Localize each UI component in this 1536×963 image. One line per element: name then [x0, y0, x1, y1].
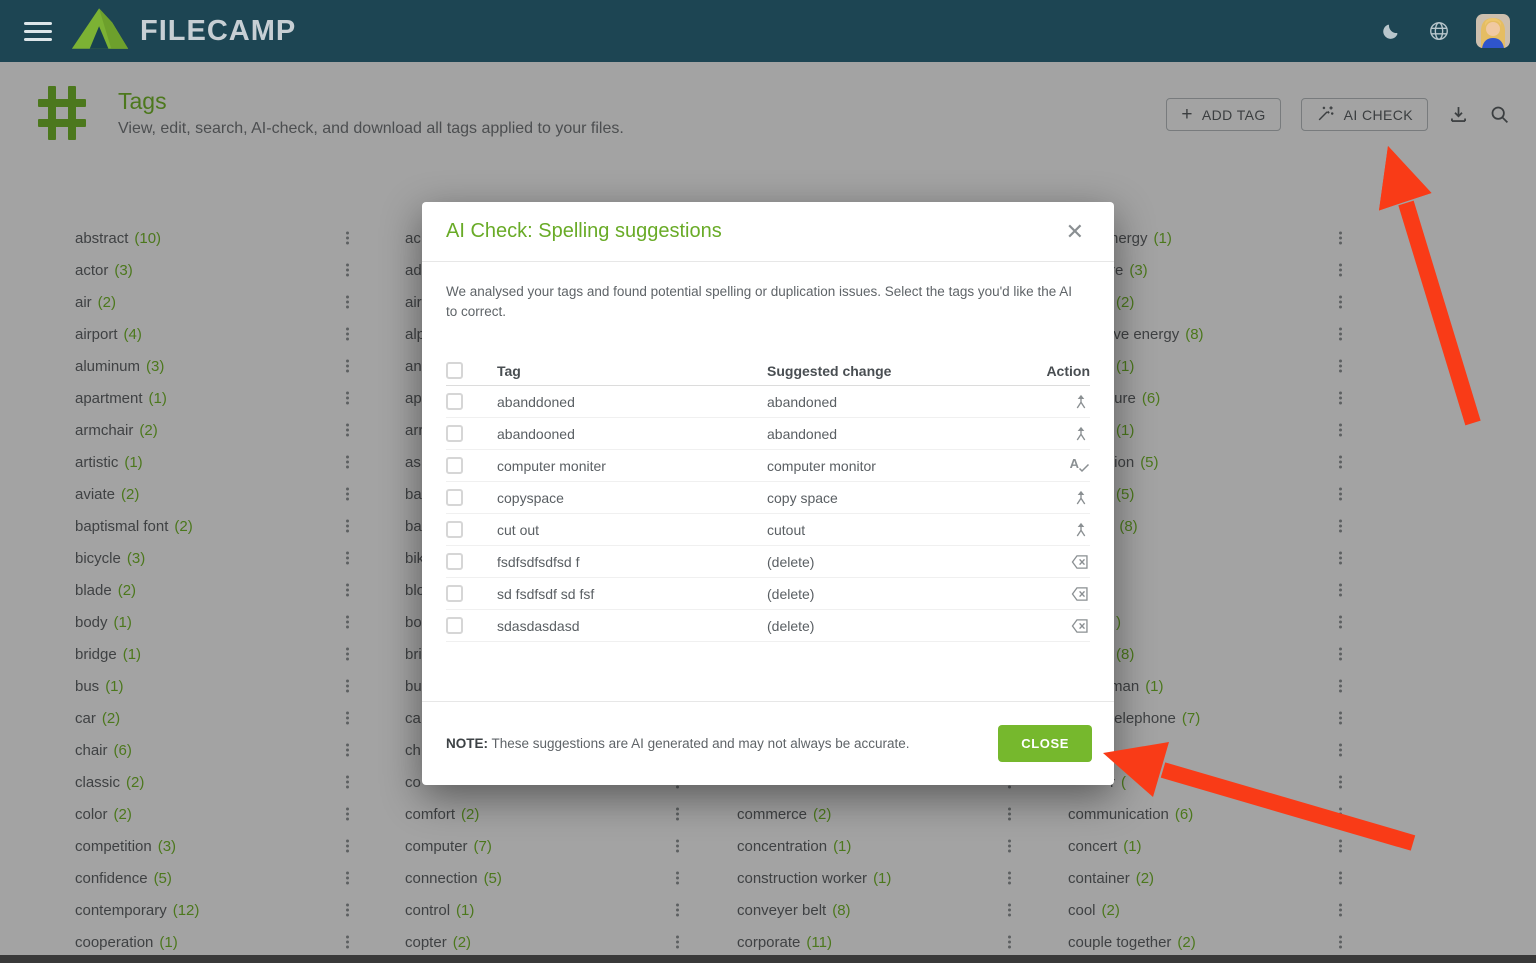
row-checkbox[interactable]: [446, 425, 463, 442]
close-icon[interactable]: ✕: [1060, 219, 1090, 245]
suggestions-table: Tag Suggested change Action abanddonedab…: [446, 356, 1090, 642]
suggestion-row: abandoonedabandoned: [446, 418, 1090, 450]
suggestion-change: cutout: [767, 522, 1028, 538]
merge-icon[interactable]: [1072, 425, 1090, 443]
row-checkbox[interactable]: [446, 393, 463, 410]
merge-icon[interactable]: [1072, 393, 1090, 411]
logo-text: FILECAMP: [140, 15, 296, 48]
tent-logo-icon: [70, 7, 130, 56]
suggestion-row: fsdfsdfsdfsd f(delete): [446, 546, 1090, 578]
suggestion-row: sd fsdfsdf sd fsf(delete): [446, 578, 1090, 610]
col-header-tag: Tag: [497, 363, 767, 379]
modal-note: NOTE: These suggestions are AI generated…: [446, 736, 910, 751]
merge-icon[interactable]: [1072, 489, 1090, 507]
modal-footer: NOTE: These suggestions are AI generated…: [422, 701, 1114, 785]
suggestion-tag: computer moniter: [497, 458, 767, 474]
suggestion-tag: abandooned: [497, 426, 767, 442]
suggestion-change: abandoned: [767, 426, 1028, 442]
ai-check-modal: AI Check: Spelling suggestions ✕ We anal…: [422, 202, 1114, 785]
row-checkbox[interactable]: [446, 585, 463, 602]
filecamp-logo[interactable]: FILECAMP: [70, 7, 296, 56]
suggestion-change: computer monitor: [767, 458, 1028, 474]
delete-icon[interactable]: [1070, 585, 1090, 603]
hamburger-menu-icon[interactable]: [24, 22, 52, 41]
table-header-row: Tag Suggested change Action: [446, 356, 1090, 386]
suggestion-tag: sd fsdfsdf sd fsf: [497, 586, 767, 602]
suggestion-row: sdasdasdasd(delete): [446, 610, 1090, 642]
top-navbar: FILECAMP: [0, 0, 1536, 62]
suggestion-tag: cut out: [497, 522, 767, 538]
row-checkbox[interactable]: [446, 617, 463, 634]
suggestion-change: abandoned: [767, 394, 1028, 410]
suggestion-tag: sdasdasdasd: [497, 618, 767, 634]
merge-icon[interactable]: [1072, 521, 1090, 539]
note-label: NOTE:: [446, 736, 488, 751]
col-header-action: Action: [1028, 363, 1090, 379]
suggestion-tag: copyspace: [497, 490, 767, 506]
modal-header: AI Check: Spelling suggestions ✕: [422, 202, 1114, 262]
modal-title: AI Check: Spelling suggestions: [446, 220, 722, 243]
suggestion-row: abanddonedabandoned: [446, 386, 1090, 418]
row-checkbox[interactable]: [446, 553, 463, 570]
suggestion-row: computer monitercomputer monitor A: [446, 450, 1090, 482]
row-checkbox[interactable]: [446, 457, 463, 474]
globe-icon[interactable]: [1428, 20, 1450, 42]
row-checkbox[interactable]: [446, 521, 463, 538]
note-text: These suggestions are AI generated and m…: [488, 736, 910, 751]
delete-icon[interactable]: [1070, 553, 1090, 571]
select-all-checkbox[interactable]: [446, 362, 463, 379]
suggestion-change: (delete): [767, 554, 1028, 570]
delete-icon[interactable]: [1070, 617, 1090, 635]
suggestion-change: (delete): [767, 586, 1028, 602]
suggestion-row: cut outcutout: [446, 514, 1090, 546]
suggestion-tag: abanddoned: [497, 394, 767, 410]
user-avatar[interactable]: [1476, 14, 1510, 48]
spellcheck-icon[interactable]: A: [1070, 457, 1090, 474]
suggestion-change: copy space: [767, 490, 1028, 506]
modal-description: We analysed your tags and found potentia…: [422, 262, 1114, 322]
suggestion-tag: fsdfsdfsdfsd f: [497, 554, 767, 570]
close-button[interactable]: CLOSE: [998, 725, 1092, 762]
row-checkbox[interactable]: [446, 489, 463, 506]
suggestion-row: copyspacecopy space: [446, 482, 1090, 514]
suggestion-change: (delete): [767, 618, 1028, 634]
moon-icon[interactable]: [1380, 20, 1402, 42]
col-header-suggested: Suggested change: [767, 363, 1028, 379]
